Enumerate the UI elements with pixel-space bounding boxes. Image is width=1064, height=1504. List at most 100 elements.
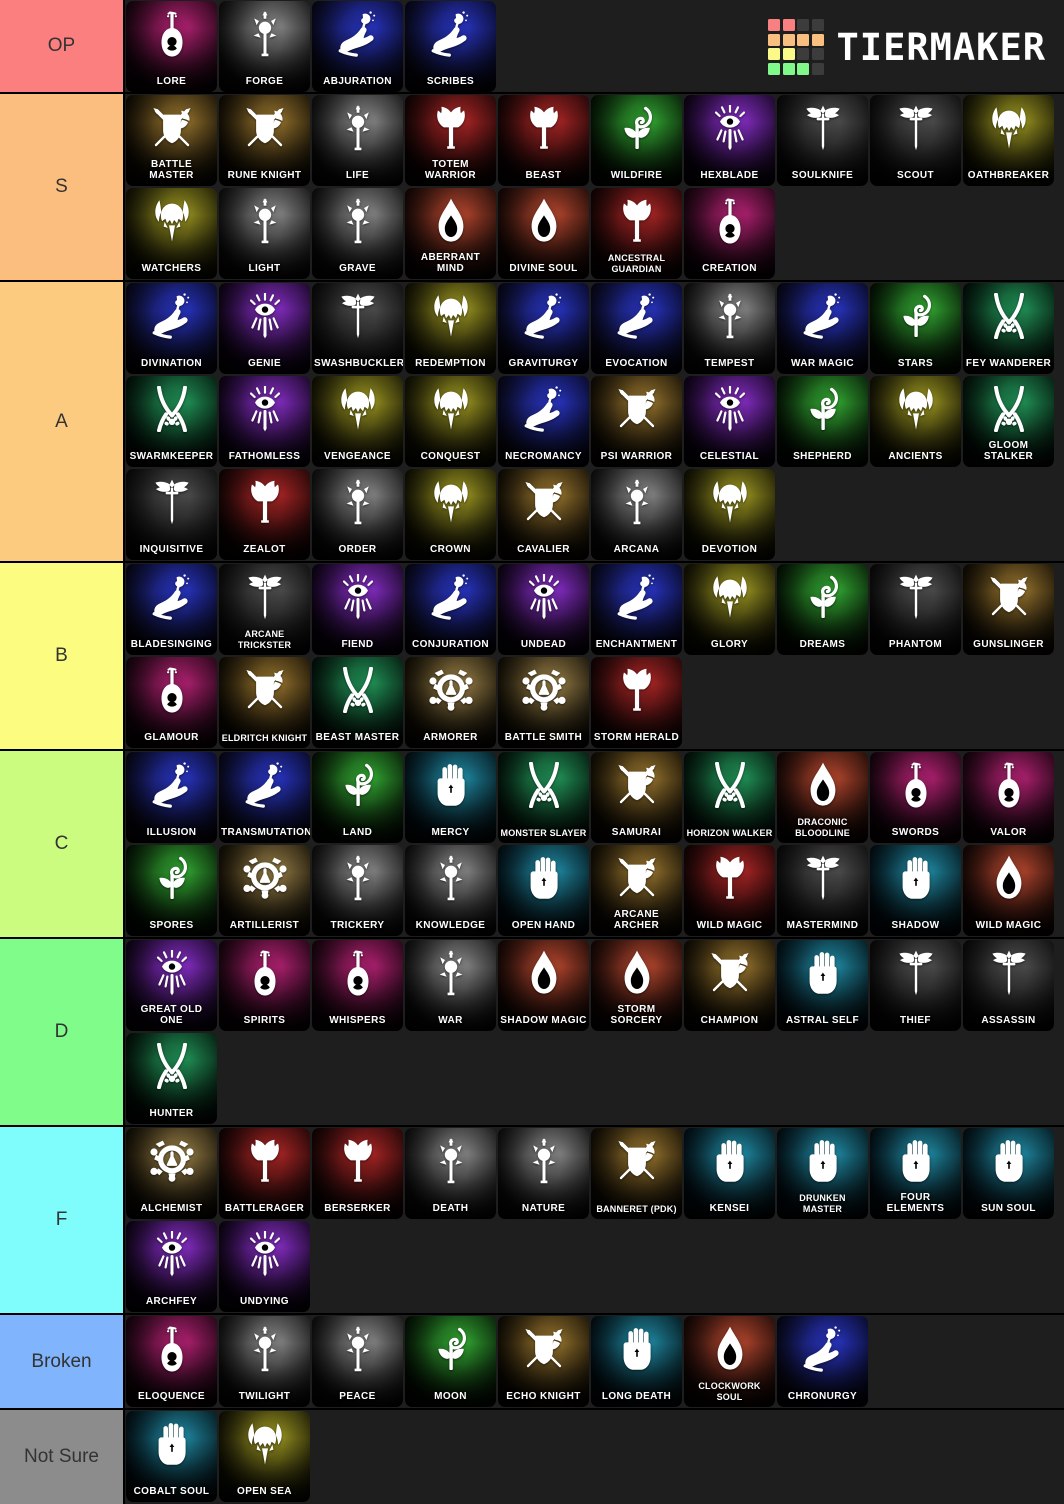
tier-item-card[interactable]: Necromancy bbox=[498, 376, 589, 467]
tier-item-card[interactable]: Celestial bbox=[684, 376, 775, 467]
tier-item-card[interactable]: Scout bbox=[870, 95, 961, 186]
tier-item-card[interactable]: Swarmkeeper bbox=[126, 376, 217, 467]
tier-item-card[interactable]: Glory bbox=[684, 564, 775, 655]
tier-item-card[interactable]: Life bbox=[312, 95, 403, 186]
tier-item-card[interactable]: Assassin bbox=[963, 940, 1054, 1031]
tier-item-card[interactable]: Archfey bbox=[126, 1221, 217, 1312]
tier-item-card[interactable]: Ancients bbox=[870, 376, 961, 467]
tier-item-card[interactable]: Battle Master bbox=[126, 95, 217, 186]
tier-item-card[interactable]: Dreams bbox=[777, 564, 868, 655]
tier-item-card[interactable]: Horizon Walker bbox=[684, 752, 775, 843]
tier-item-card[interactable]: Redemption bbox=[405, 283, 496, 374]
tier-item-card[interactable]: Forge bbox=[219, 1, 310, 92]
tier-item-card[interactable]: Undying bbox=[219, 1221, 310, 1312]
tier-item-card[interactable]: Fathomless bbox=[219, 376, 310, 467]
tier-item-card[interactable]: Draconic Bloodline bbox=[777, 752, 868, 843]
tier-item-card[interactable]: War Magic bbox=[777, 283, 868, 374]
tier-item-card[interactable]: Rune Knight bbox=[219, 95, 310, 186]
tier-item-card[interactable]: Glamour bbox=[126, 657, 217, 748]
tier-item-card[interactable]: Drunken Master bbox=[777, 1128, 868, 1219]
tier-item-card[interactable]: Enchantment bbox=[591, 564, 682, 655]
tier-item-card[interactable]: Banneret (PDK) bbox=[591, 1128, 682, 1219]
tier-item-card[interactable]: Four Elements bbox=[870, 1128, 961, 1219]
tier-item-card[interactable]: Knowledge bbox=[405, 845, 496, 936]
tier-item-card[interactable]: Storm Sorcery bbox=[591, 940, 682, 1031]
tier-item-card[interactable]: Hunter bbox=[126, 1033, 217, 1124]
tier-item-card[interactable]: Stars bbox=[870, 283, 961, 374]
tier-item-card[interactable]: War bbox=[405, 940, 496, 1031]
tier-item-card[interactable]: Clockwork Soul bbox=[684, 1316, 775, 1407]
tier-item-card[interactable]: Phantom bbox=[870, 564, 961, 655]
tier-item-card[interactable]: Astral Self bbox=[777, 940, 868, 1031]
tier-item-card[interactable]: Land bbox=[312, 752, 403, 843]
tier-item-card[interactable]: Arcana bbox=[591, 469, 682, 560]
tier-item-card[interactable]: Arcane Trickster bbox=[219, 564, 310, 655]
tier-item-card[interactable]: Whispers bbox=[312, 940, 403, 1031]
tier-item-card[interactable]: Eloquence bbox=[126, 1316, 217, 1407]
tier-item-card[interactable]: Swashbuckler bbox=[312, 283, 403, 374]
tier-item-card[interactable]: Abjuration bbox=[312, 1, 403, 92]
tier-item-card[interactable]: Wild Magic bbox=[684, 845, 775, 936]
tier-item-card[interactable]: Totem Warrior bbox=[405, 95, 496, 186]
tier-item-card[interactable]: Echo Knight bbox=[498, 1316, 589, 1407]
tier-label-d[interactable]: D bbox=[0, 939, 125, 1125]
tier-item-card[interactable]: Spirits bbox=[219, 940, 310, 1031]
tier-item-card[interactable]: Swords bbox=[870, 752, 961, 843]
tier-item-card[interactable]: Graviturgy bbox=[498, 283, 589, 374]
tier-item-card[interactable]: Battlerager bbox=[219, 1128, 310, 1219]
tier-items-f[interactable]: Alchemist Battlerager Berserker Death bbox=[125, 1127, 1064, 1313]
tier-item-card[interactable]: Peace bbox=[312, 1316, 403, 1407]
tier-item-card[interactable]: Creation bbox=[684, 188, 775, 279]
tier-label-a[interactable]: A bbox=[0, 282, 125, 561]
tier-item-card[interactable]: Shepherd bbox=[777, 376, 868, 467]
tier-item-card[interactable]: Samurai bbox=[591, 752, 682, 843]
tier-item-card[interactable]: Wild Magic bbox=[963, 845, 1054, 936]
tier-item-card[interactable]: Mercy bbox=[405, 752, 496, 843]
tier-item-card[interactable]: Fiend bbox=[312, 564, 403, 655]
tier-item-card[interactable]: Evocation bbox=[591, 283, 682, 374]
tier-item-card[interactable]: Great Old One bbox=[126, 940, 217, 1031]
tier-label-b[interactable]: B bbox=[0, 563, 125, 749]
tier-label-op[interactable]: OP bbox=[0, 0, 125, 92]
tier-item-card[interactable]: Light bbox=[219, 188, 310, 279]
tier-item-card[interactable]: Beast Master bbox=[312, 657, 403, 748]
tier-item-card[interactable]: Psi Warrior bbox=[591, 376, 682, 467]
tier-item-card[interactable]: Order bbox=[312, 469, 403, 560]
tier-item-card[interactable]: Crown bbox=[405, 469, 496, 560]
tier-item-card[interactable]: Conjuration bbox=[405, 564, 496, 655]
tier-items-s[interactable]: Battle Master Rune Knight Li bbox=[125, 94, 1064, 280]
tier-item-card[interactable]: Artillerist bbox=[219, 845, 310, 936]
tier-item-card[interactable]: Shadow Magic bbox=[498, 940, 589, 1031]
tier-item-card[interactable]: Long Death bbox=[591, 1316, 682, 1407]
tier-item-card[interactable]: Twilight bbox=[219, 1316, 310, 1407]
tier-item-card[interactable]: Valor bbox=[963, 752, 1054, 843]
tier-items-c[interactable]: Illusion Transmutation Land Mercy bbox=[125, 751, 1064, 937]
tier-item-card[interactable]: Beast bbox=[498, 95, 589, 186]
tier-item-card[interactable]: Undead bbox=[498, 564, 589, 655]
tier-item-card[interactable]: Trickery bbox=[312, 845, 403, 936]
tier-item-card[interactable]: Genie bbox=[219, 283, 310, 374]
tier-item-card[interactable]: Transmutation bbox=[219, 752, 310, 843]
tier-label-s[interactable]: S bbox=[0, 94, 125, 280]
tier-item-card[interactable]: Wildfire bbox=[591, 95, 682, 186]
tiermaker-logo[interactable]: TIERMAKER bbox=[768, 0, 1046, 94]
tier-label-f[interactable]: F bbox=[0, 1127, 125, 1313]
tier-item-card[interactable]: Ancestral Guardian bbox=[591, 188, 682, 279]
tier-item-card[interactable]: Gunslinger bbox=[963, 564, 1054, 655]
tier-item-card[interactable]: Divine Soul bbox=[498, 188, 589, 279]
tier-item-card[interactable]: Hexblade bbox=[684, 95, 775, 186]
tier-items-broken[interactable]: Eloquence Twilight Peace bbox=[125, 1315, 1064, 1408]
tier-item-card[interactable]: Shadow bbox=[870, 845, 961, 936]
tier-item-card[interactable]: Sun Soul bbox=[963, 1128, 1054, 1219]
tier-label-not-sure[interactable]: Not Sure bbox=[0, 1410, 125, 1504]
tier-item-card[interactable]: Cavalier bbox=[498, 469, 589, 560]
tier-items-not-sure[interactable]: Cobalt Soul Open Sea bbox=[125, 1410, 1064, 1504]
tier-item-card[interactable]: Nature bbox=[498, 1128, 589, 1219]
tier-item-card[interactable]: Mastermind bbox=[777, 845, 868, 936]
tier-items-a[interactable]: Divination Genie Swashbuckler bbox=[125, 282, 1064, 561]
tier-item-card[interactable]: Gloom Stalker bbox=[963, 376, 1054, 467]
tier-item-card[interactable]: Divination bbox=[126, 283, 217, 374]
tier-item-card[interactable]: Thief bbox=[870, 940, 961, 1031]
tier-items-d[interactable]: Great Old One Spirits Whispers bbox=[125, 939, 1064, 1125]
tier-item-card[interactable]: Battle Smith bbox=[498, 657, 589, 748]
